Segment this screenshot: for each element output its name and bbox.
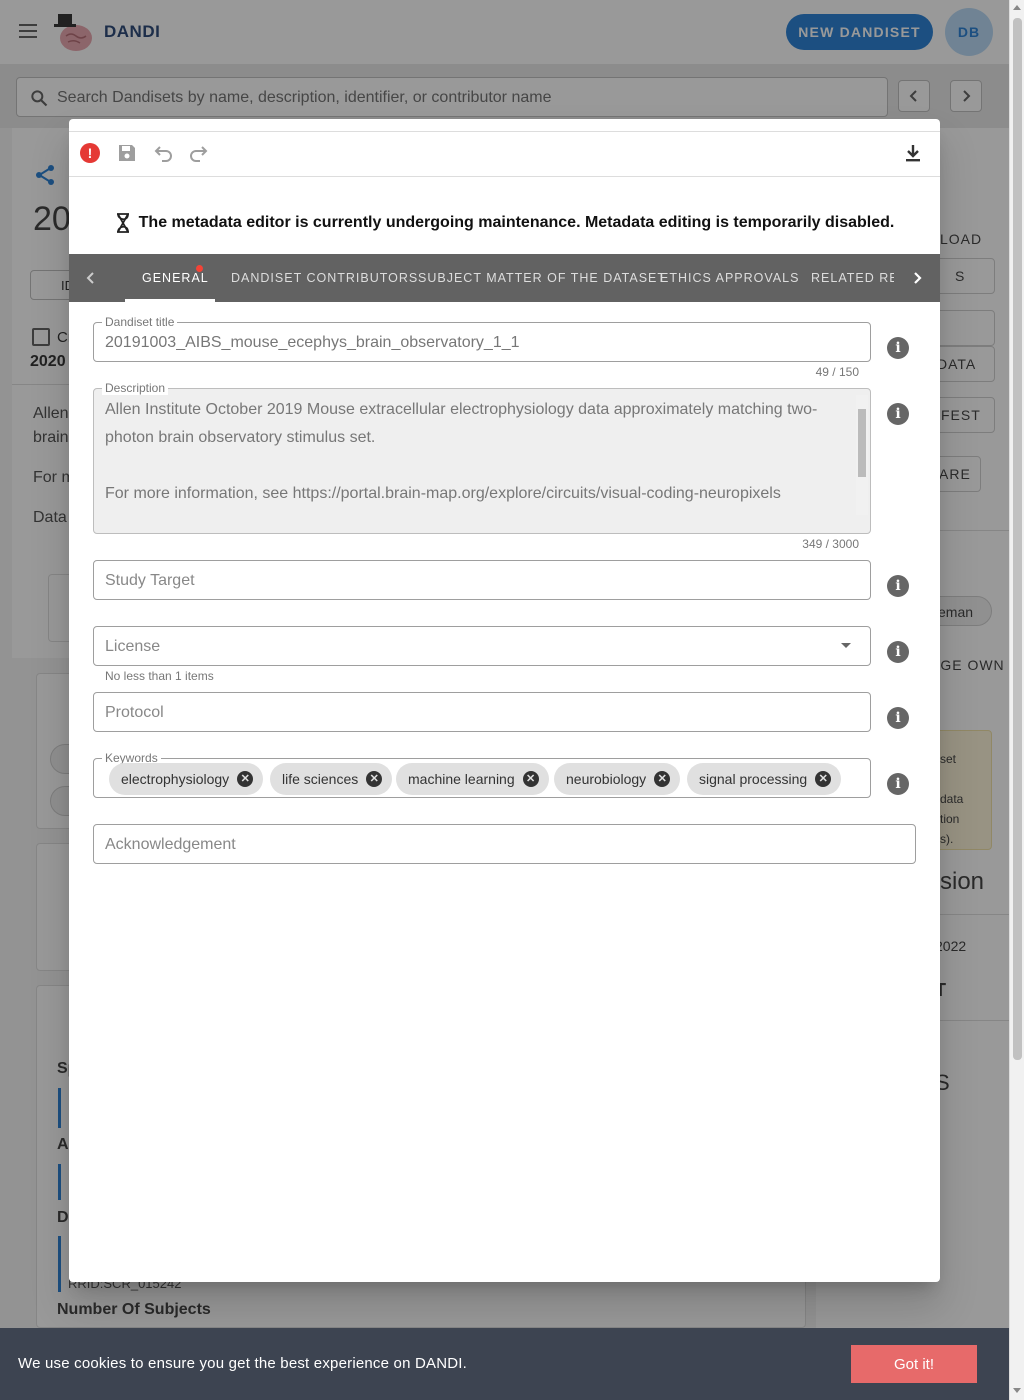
remove-chip-icon[interactable]: ✕	[237, 771, 254, 787]
active-tab-indicator	[125, 299, 215, 302]
chevron-right-icon	[914, 272, 922, 284]
keyword-chip: electrophysiology ✕	[109, 763, 264, 795]
maintenance-banner: The metadata editor is currently undergo…	[69, 213, 940, 233]
scrollbar-thumb[interactable]	[1013, 18, 1022, 1060]
editor-toolbar: !	[69, 131, 940, 177]
save-icon	[119, 145, 135, 161]
keyword-chip-label: electrophysiology	[121, 771, 230, 787]
dandiset-title-label: Dandiset title	[102, 315, 178, 329]
tab-subject-matter[interactable]: SUBJECT MATTER OF THE DATASET	[418, 254, 666, 302]
error-icon: !	[80, 143, 100, 163]
acknowledgement-placeholder: Acknowledgement	[105, 836, 236, 853]
description-counter: 349 / 3000	[802, 537, 859, 551]
title-info-icon[interactable]: i	[887, 337, 909, 359]
protocol-placeholder: Protocol	[105, 704, 164, 721]
keyword-chip: machine learning ✕	[396, 763, 549, 795]
page-scrollbar[interactable]	[1009, 0, 1024, 1400]
description-scrollbar[interactable]	[856, 395, 868, 515]
dropdown-arrow-icon	[841, 643, 851, 648]
metadata-editor-dialog: ! The metadata editor is currently under…	[69, 119, 940, 1282]
license-hint: No less than 1 items	[105, 669, 214, 683]
license-placeholder: License	[105, 638, 161, 655]
maintenance-message: The metadata editor is currently undergo…	[138, 214, 895, 231]
chevron-left-icon	[86, 272, 94, 284]
protocol-info-icon[interactable]: i	[887, 707, 909, 729]
tabs-next-button[interactable]	[897, 254, 937, 302]
description-label: Description	[102, 381, 169, 395]
redo-icon	[190, 146, 208, 162]
keyword-chip-label: life sciences	[282, 771, 359, 787]
keyword-chip: neurobiology ✕	[554, 763, 681, 795]
remove-chip-icon[interactable]: ✕	[654, 771, 671, 787]
protocol-field[interactable]: Protocol	[93, 692, 871, 732]
undo-button[interactable]	[151, 141, 175, 165]
description-info-icon[interactable]: i	[887, 403, 909, 425]
remove-chip-icon[interactable]: ✕	[366, 771, 383, 787]
keyword-chip: life sciences ✕	[270, 763, 393, 795]
keyword-chip: signal processing ✕	[687, 763, 842, 795]
remove-chip-icon[interactable]: ✕	[522, 771, 539, 787]
tabs-prev-button[interactable]	[71, 254, 111, 302]
study-target-field[interactable]: Study Target	[93, 560, 871, 600]
undo-icon	[154, 146, 172, 162]
accept-cookies-button[interactable]: Got it!	[851, 1345, 977, 1383]
download-button[interactable]	[901, 141, 925, 165]
tab-ethics-approvals[interactable]: ETHICS APPROVALS	[660, 254, 799, 302]
cookie-banner: We use cookies to ensure you get the bes…	[0, 1328, 1009, 1400]
acknowledgement-field[interactable]: Acknowledgement	[93, 824, 916, 864]
save-button[interactable]	[115, 141, 139, 165]
keywords-info-icon[interactable]: i	[887, 773, 909, 795]
tab-error-dot	[196, 265, 203, 272]
tabs-scroll-area: GENERAL DANDISET CONTRIBUTORS SUBJECT MA…	[113, 254, 894, 302]
tab-general[interactable]: GENERAL	[142, 254, 209, 302]
description-value: Allen Institute October 2019 Mouse extra…	[105, 401, 818, 502]
keyword-chip-label: neurobiology	[566, 771, 647, 787]
dandiset-title-value: 20191003_AIBS_mouse_ecephys_brain_observ…	[105, 334, 520, 351]
license-info-icon[interactable]: i	[887, 641, 909, 663]
scroll-down-arrow[interactable]	[1013, 1388, 1021, 1393]
study-target-info-icon[interactable]: i	[887, 575, 909, 597]
keywords-field[interactable]: Keywords electrophysiology ✕ life science…	[93, 751, 871, 798]
remove-chip-icon[interactable]: ✕	[815, 771, 832, 787]
title-counter: 49 / 150	[815, 365, 859, 379]
license-select[interactable]: License	[93, 626, 871, 666]
hourglass-icon	[116, 213, 129, 233]
keyword-chip-label: machine learning	[408, 771, 515, 787]
editor-tabs: GENERAL DANDISET CONTRIBUTORS SUBJECT MA…	[69, 254, 940, 302]
redo-button[interactable]	[187, 141, 211, 165]
scroll-up-arrow[interactable]	[1013, 5, 1021, 10]
tab-related-resources[interactable]: RELATED RESOURCES	[811, 254, 894, 302]
dandiset-title-field[interactable]: Dandiset title 20191003_AIBS_mouse_eceph…	[93, 315, 871, 362]
tab-dandiset-contributors[interactable]: DANDISET CONTRIBUTORS	[231, 254, 418, 302]
study-target-placeholder: Study Target	[105, 572, 195, 589]
description-field[interactable]: Description Allen Institute October 2019…	[93, 381, 871, 534]
download-icon	[906, 145, 920, 162]
keyword-chip-label: signal processing	[699, 771, 808, 787]
error-status-button[interactable]: !	[78, 141, 102, 165]
cookie-message: We use cookies to ensure you get the bes…	[18, 1355, 468, 1372]
